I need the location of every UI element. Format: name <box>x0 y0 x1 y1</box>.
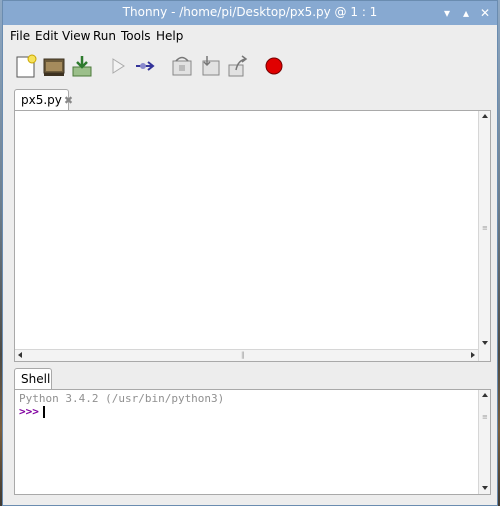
code-editor[interactable]: ≡ ‖ <box>14 110 491 362</box>
editor-vertical-scrollbar[interactable]: ≡ <box>478 111 490 361</box>
open-folder-icon <box>43 58 65 76</box>
stop-icon <box>265 57 283 75</box>
shell-tab-label: Shell <box>21 372 51 386</box>
maximize-icon[interactable]: ▴ <box>458 5 474 21</box>
menu-file[interactable]: File <box>10 29 30 43</box>
shell-scroll-up-icon[interactable] <box>482 393 488 397</box>
step-into-icon <box>202 56 220 76</box>
shell-scroll-down-icon[interactable] <box>482 486 488 490</box>
shell-prompt: >>> <box>19 405 39 418</box>
scroll-grip-icon[interactable]: ≡ <box>482 225 488 232</box>
run-icon <box>112 58 125 74</box>
hscroll-grip-icon[interactable]: ‖ <box>241 352 245 359</box>
step-out-button[interactable] <box>225 53 251 79</box>
new-file-icon <box>16 54 37 78</box>
step-over-icon <box>172 56 192 76</box>
menu-tools[interactable]: Tools <box>121 29 151 43</box>
step-over-button[interactable] <box>169 53 195 79</box>
text-cursor <box>43 406 45 418</box>
scroll-down-icon[interactable] <box>482 341 488 345</box>
window-title: Thonny - /home/pi/Desktop/px5.py @ 1 : 1 <box>122 5 378 19</box>
menu-bar: File Edit View Run Tools Help <box>3 25 497 47</box>
open-file-button[interactable] <box>41 53 67 79</box>
tab-shell[interactable]: Shell <box>14 368 52 390</box>
close-icon[interactable]: ✕ <box>477 5 493 21</box>
minimize-icon[interactable]: ▾ <box>439 5 455 21</box>
tab-px5[interactable]: px5.py ✖ <box>14 89 73 111</box>
shell-vertical-scrollbar[interactable]: ≡ <box>478 390 490 494</box>
step-out-icon <box>228 55 248 77</box>
menu-view[interactable]: View <box>62 29 90 43</box>
debug-button[interactable] <box>133 53 159 79</box>
shell-scroll-grip-icon[interactable]: ≡ <box>482 414 488 421</box>
save-button[interactable] <box>69 53 95 79</box>
menu-help[interactable]: Help <box>156 29 183 43</box>
close-tab-icon[interactable]: ✖ <box>64 94 73 107</box>
scroll-up-icon[interactable] <box>482 114 488 118</box>
tab-label: px5.py <box>21 93 62 107</box>
debug-icon <box>136 61 155 71</box>
thonny-window: Thonny - /home/pi/Desktop/px5.py @ 1 : 1… <box>2 0 498 506</box>
title-bar[interactable]: Thonny - /home/pi/Desktop/px5.py @ 1 : 1… <box>3 1 497 25</box>
scroll-right-icon[interactable] <box>471 352 475 358</box>
toolbar <box>3 47 497 85</box>
save-icon <box>72 56 92 77</box>
menu-run[interactable]: Run <box>93 29 116 43</box>
scroll-left-icon[interactable] <box>18 352 22 358</box>
new-file-button[interactable] <box>13 53 39 79</box>
shell-console[interactable]: Python 3.4.2 (/usr/bin/python3) >>> ≡ <box>14 389 491 495</box>
python-version-banner: Python 3.4.2 (/usr/bin/python3) <box>19 392 225 405</box>
stop-button[interactable] <box>261 53 287 79</box>
step-into-button[interactable] <box>197 53 223 79</box>
editor-horizontal-scrollbar[interactable]: ‖ <box>15 349 478 361</box>
run-button[interactable] <box>105 53 131 79</box>
menu-edit[interactable]: Edit <box>35 29 58 43</box>
